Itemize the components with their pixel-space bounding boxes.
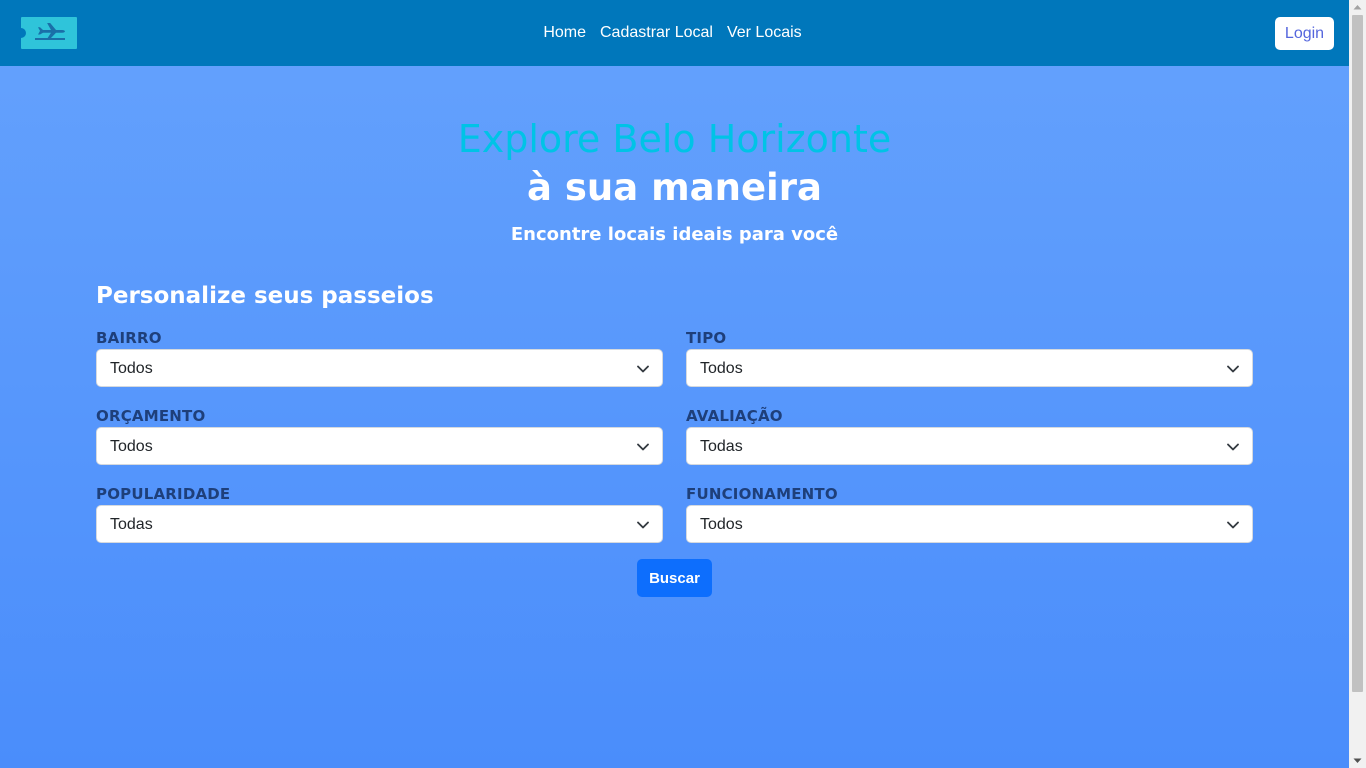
tipo-label: TIPO bbox=[686, 329, 727, 347]
scroll-down-arrow-icon[interactable] bbox=[1349, 754, 1366, 768]
chevron-down-icon bbox=[1227, 443, 1239, 451]
login-button[interactable]: Login bbox=[1275, 17, 1334, 50]
chevron-down-icon bbox=[637, 365, 649, 373]
funcionamento-select[interactable]: Todos bbox=[686, 505, 1253, 543]
bairro-select[interactable]: Todos bbox=[96, 349, 663, 387]
nav-link-home[interactable]: Home bbox=[543, 23, 586, 43]
avaliacao-label: AVALIAÇÃO bbox=[686, 407, 783, 425]
avaliacao-select[interactable]: Todas bbox=[686, 427, 1253, 465]
orcamento-select-value: Todos bbox=[110, 438, 153, 455]
avaliacao-select-value: Todas bbox=[700, 438, 743, 455]
tipo-select[interactable]: Todos bbox=[686, 349, 1253, 387]
orcamento-select[interactable]: Todos bbox=[96, 427, 663, 465]
bairro-label: BAIRRO bbox=[96, 329, 162, 347]
hero-subtitle: Encontre locais ideais para você bbox=[510, 224, 839, 245]
bairro-select-value: Todos bbox=[110, 360, 153, 377]
scrollbar-thumb[interactable] bbox=[1352, 15, 1363, 692]
scroll-up-arrow-icon[interactable] bbox=[1349, 0, 1366, 14]
orcamento-label: ORÇAMENTO bbox=[96, 407, 206, 425]
funcionamento-select-value: Todos bbox=[700, 516, 743, 533]
chevron-down-icon bbox=[637, 521, 649, 529]
hero-title: Explore Belo Horizonte bbox=[457, 117, 892, 161]
filters-title: Personalize seus passeios bbox=[96, 283, 434, 309]
popularidade-select-value: Todas bbox=[110, 516, 153, 533]
chevron-down-icon bbox=[1227, 365, 1239, 373]
search-button[interactable]: Buscar bbox=[637, 559, 712, 597]
chevron-down-icon bbox=[637, 443, 649, 451]
nav-link-ver-locais[interactable]: Ver Locais bbox=[727, 23, 802, 43]
hero-title-line2: à sua maneira bbox=[527, 166, 822, 209]
popularidade-select[interactable]: Todas bbox=[96, 505, 663, 543]
scrollbar[interactable] bbox=[1349, 0, 1366, 768]
nav-link-cadastrar-local[interactable]: Cadastrar Local bbox=[600, 23, 713, 43]
navbar: Home Cadastrar Local Ver Locais Login bbox=[0, 0, 1349, 66]
nav-links: Home Cadastrar Local Ver Locais bbox=[0, 0, 1349, 66]
popularidade-label: POPULARIDADE bbox=[96, 485, 231, 503]
tipo-select-value: Todos bbox=[700, 360, 743, 377]
funcionamento-label: FUNCIONAMENTO bbox=[686, 485, 838, 503]
chevron-down-icon bbox=[1227, 521, 1239, 529]
